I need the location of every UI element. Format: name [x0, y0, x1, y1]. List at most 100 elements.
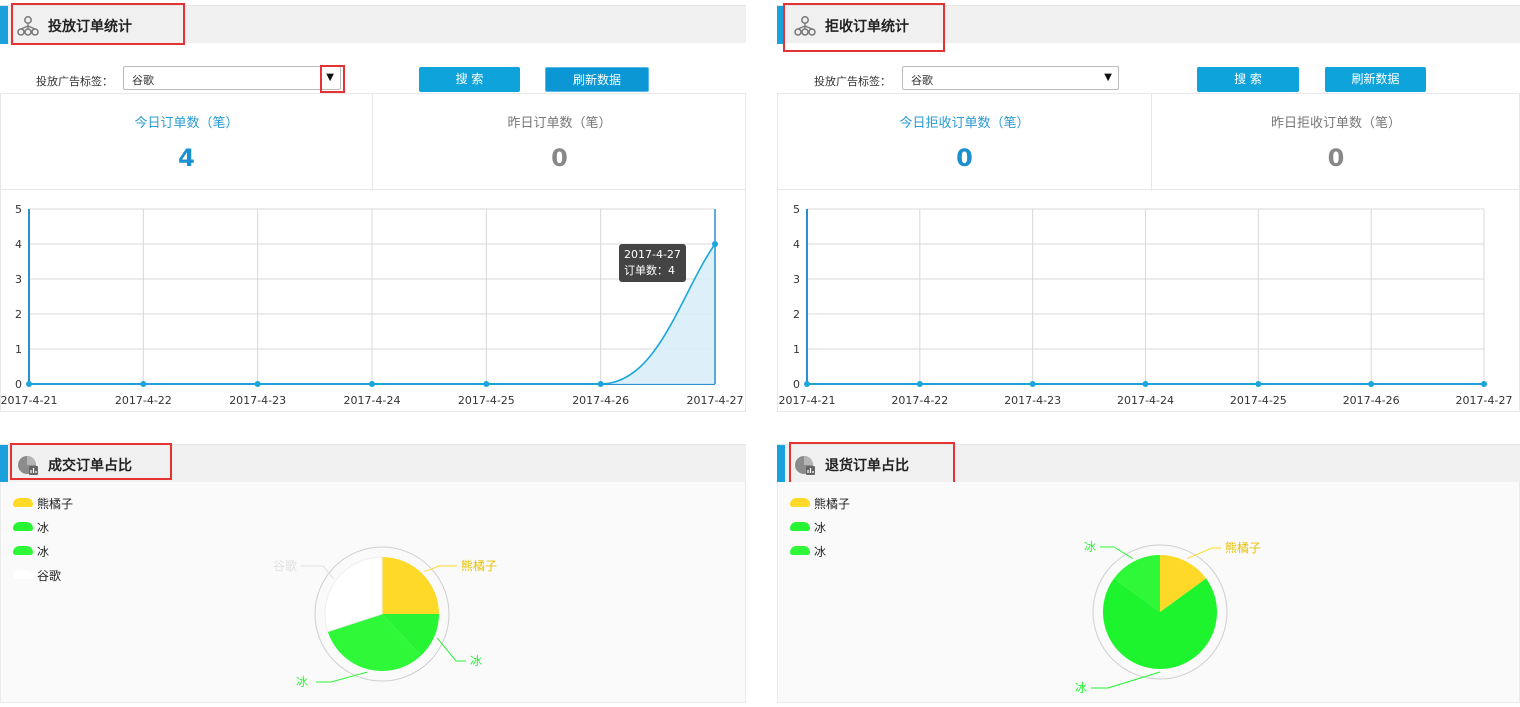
yesterday-rejected-value: 0 — [1327, 144, 1345, 172]
ad-tag-select[interactable]: 谷歌 ▼ — [123, 66, 341, 90]
legend-swatch — [790, 498, 810, 507]
x-tick-label: 2017-4-27 — [687, 394, 744, 407]
deal-ratio-panel: 成交订单占比 — [0, 443, 746, 483]
legend-label: 冰 — [37, 545, 50, 559]
header-accent-bar — [0, 445, 8, 483]
x-tick-label: 2017-4-25 — [1230, 394, 1287, 407]
x-tick-label: 2017-4-24 — [1117, 394, 1174, 407]
return-ratio-panel: 退货订单占比 — [777, 442, 1520, 488]
y-tick-label: 0 — [793, 378, 800, 391]
search-button[interactable]: 搜 索 — [1197, 67, 1299, 92]
legend-swatch — [790, 522, 810, 531]
y-tick-label: 3 — [15, 273, 22, 286]
legend-label: 冰 — [814, 521, 827, 535]
x-tick-label: 2017-4-21 — [779, 394, 836, 407]
return-ratio-pie-svg: 熊橘子冰冰 — [1075, 540, 1261, 695]
data-point[interactable] — [1255, 381, 1262, 387]
select-value: 谷歌 — [132, 74, 154, 87]
data-point[interactable] — [1481, 381, 1487, 387]
yesterday-orders-value: 0 — [551, 144, 568, 172]
deal-ratio-pie-area: 熊橘子 冰 冰 谷歌 熊橘子冰冰谷歌 — [0, 482, 746, 703]
pie-slice[interactable] — [382, 557, 439, 614]
y-tick-label: 0 — [15, 378, 22, 391]
y-tick-label: 3 — [793, 273, 800, 286]
data-point[interactable] — [369, 381, 375, 387]
yesterday-orders-label: 昨日订单数（笔） — [507, 116, 612, 131]
today-orders-value: 4 — [178, 144, 195, 172]
pie-label: 谷歌 — [273, 558, 297, 573]
legend-swatch — [790, 546, 810, 555]
data-point[interactable] — [804, 381, 810, 387]
x-tick-label: 2017-4-21 — [1, 394, 57, 407]
y-tick-label: 2 — [15, 308, 22, 321]
x-tick-label: 2017-4-26 — [572, 394, 629, 407]
pie-label: 熊橘子 — [461, 558, 497, 573]
return-ratio-pie-area: 熊橘子 冰 冰 熊橘子冰冰 — [777, 482, 1520, 703]
pie-label: 冰 — [1084, 540, 1096, 554]
chevron-down-icon[interactable]: ▼ — [1104, 72, 1112, 83]
x-tick-label: 2017-4-22 — [115, 394, 172, 407]
legend-label: 谷歌 — [37, 569, 62, 583]
pie-label: 熊橘子 — [1225, 540, 1261, 555]
header-accent-bar — [777, 445, 785, 483]
rejected-trend-svg: 0 1 2 3 4 5 2017-4-21 2017-4-22 2017-4-23 2017-4-… — [779, 203, 1513, 407]
yesterday-rejected-label: 昨日拒收订单数（笔） — [1270, 116, 1401, 131]
x-tick-label: 2017-4-24 — [344, 394, 401, 407]
yesterday-rejected-stat: 昨日拒收订单数（笔） 0 — [1151, 94, 1520, 191]
highlight-box-title — [10, 443, 172, 480]
order-trend-svg: 0 1 2 3 4 5 2017-4-21 2017-4-22 2017-4-23 2017-4-… — [1, 203, 744, 407]
tooltip-date: 2017-4-27 — [624, 248, 681, 261]
data-point[interactable] — [597, 381, 604, 387]
x-tick-label: 2017-4-26 — [1343, 394, 1400, 407]
today-rejected-label: 今日拒收订单数（笔） — [899, 116, 1030, 131]
pie-label: 冰 — [296, 675, 308, 689]
y-tick-label: 4 — [15, 238, 22, 251]
refresh-button[interactable]: 刷新数据 — [1325, 67, 1426, 92]
rejected-trend-chart: 0 1 2 3 4 5 2017-4-21 2017-4-22 2017-4-23 2017-4-… — [777, 190, 1520, 412]
data-point[interactable] — [712, 241, 718, 247]
y-tick-label: 4 — [793, 238, 800, 251]
data-point[interactable] — [1029, 381, 1036, 387]
ad-tag-label: 投放广告标签： — [814, 75, 891, 88]
highlight-box-title — [11, 3, 185, 45]
x-tick-label: 2017-4-23 — [229, 394, 286, 407]
legend-swatch — [13, 498, 33, 507]
data-point[interactable] — [26, 381, 32, 387]
y-tick-label: 1 — [15, 343, 22, 356]
tooltip-value: 订单数：4 — [624, 264, 675, 277]
legend-label: 冰 — [37, 521, 50, 535]
stats-row: 今日拒收订单数（笔） 0 昨日拒收订单数（笔） 0 — [777, 93, 1520, 191]
legend-swatch — [13, 570, 33, 579]
ad-tag-select[interactable]: 谷歌 ▼ — [902, 66, 1119, 90]
y-tick-label: 1 — [793, 343, 800, 356]
stats-row: 今日订单数（笔） 4 昨日订单数（笔） 0 — [0, 93, 746, 191]
x-tick-label: 2017-4-27 — [1456, 394, 1513, 407]
data-point[interactable] — [916, 381, 923, 387]
refresh-button[interactable]: 刷新数据 — [545, 67, 649, 92]
highlight-box-dropdown — [320, 65, 345, 93]
x-tick-label: 2017-4-25 — [458, 394, 515, 407]
legend-swatch — [13, 522, 33, 531]
data-point[interactable] — [140, 381, 147, 387]
header-accent-bar — [0, 6, 8, 44]
data-point[interactable] — [483, 381, 490, 387]
legend-label: 冰 — [814, 545, 827, 559]
today-rejected-value: 0 — [956, 144, 973, 172]
search-button[interactable]: 搜 索 — [419, 67, 520, 92]
data-point[interactable] — [1142, 381, 1149, 387]
today-orders-stat: 今日订单数（笔） 4 — [1, 94, 372, 191]
highlight-box-title — [783, 3, 945, 52]
select-value: 谷歌 — [911, 74, 933, 87]
legend-label: 熊橘子 — [814, 497, 851, 511]
deal-ratio-pie-svg: 熊橘子冰冰谷歌 — [273, 546, 497, 689]
pie-label: 冰 — [470, 654, 482, 668]
legend-label: 熊橘子 — [37, 497, 74, 511]
data-point[interactable] — [1368, 381, 1375, 387]
filter-row: 投放广告标签： 谷歌 ▼ 搜 索 刷新数据 — [777, 63, 1520, 95]
data-point[interactable] — [254, 381, 261, 387]
x-tick-label: 2017-4-22 — [891, 394, 948, 407]
today-orders-label: 今日订单数（笔） — [134, 116, 239, 131]
yesterday-orders-stat: 昨日订单数（笔） 0 — [372, 94, 746, 191]
ad-tag-label: 投放广告标签： — [36, 75, 113, 88]
x-tick-label: 2017-4-23 — [1004, 394, 1061, 407]
